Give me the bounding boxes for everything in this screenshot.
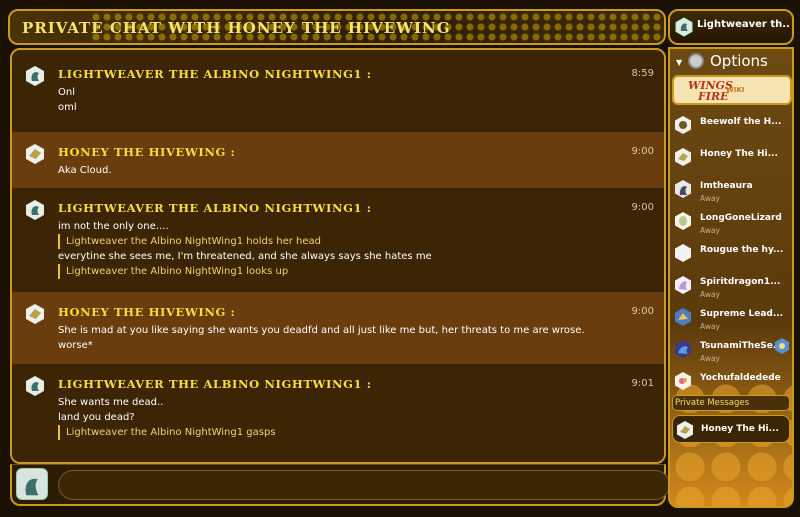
message-author: HONEY THE HIVEWING : xyxy=(58,145,236,159)
message-text: She wants me dead.. xyxy=(58,397,164,408)
yochu-avatar-icon xyxy=(675,372,691,390)
message-author: LIGHTWEAVER THE ALBINO NIGHTWING1 : xyxy=(58,67,372,81)
message-text: im not the only one.... xyxy=(58,221,169,232)
user-list-item[interactable]: Beewolf the H... xyxy=(670,109,792,141)
wiki-logo-badge: WIKI xyxy=(726,86,745,94)
lizard-avatar-icon xyxy=(675,212,691,230)
lightweaver-avatar xyxy=(26,376,44,396)
user-status: Away xyxy=(700,226,720,235)
imtheaura-avatar-icon xyxy=(675,180,691,198)
user-list-item[interactable]: Imtheaura Away xyxy=(670,173,792,205)
rougue-avatar-icon xyxy=(675,244,691,262)
message-input[interactable] xyxy=(58,470,670,500)
self-avatar-icon xyxy=(16,468,48,500)
private-message-item[interactable]: Honey The Hi... xyxy=(672,415,790,443)
user-name: Spiritdragon1... xyxy=(700,277,781,287)
user-avatar-icon xyxy=(675,17,693,37)
user-name: LongGoneLizard xyxy=(700,213,782,223)
user-list-item[interactable]: Rougue the hy... xyxy=(670,237,792,269)
supreme-avatar-icon xyxy=(675,308,691,326)
message-time: 9:00 xyxy=(631,146,654,157)
user-status: Away xyxy=(700,322,720,331)
bee-avatar-icon xyxy=(675,116,691,134)
honey-avatar xyxy=(26,304,44,324)
lightweaver-avatar xyxy=(26,200,44,220)
user-name: Honey The Hi... xyxy=(700,149,778,159)
message: LIGHTWEAVER THE ALBINO NIGHTWING1 : 9:01… xyxy=(12,364,664,462)
caret-down-icon: ▼ xyxy=(676,58,683,67)
current-user-box[interactable]: Lightweaver th... xyxy=(668,9,794,45)
user-name: Yochufaldedede xyxy=(700,373,781,383)
user-status: Away xyxy=(700,194,720,203)
message-time: 9:00 xyxy=(631,202,654,213)
message-text: everytine she sees me, I'm threatened, a… xyxy=(58,251,432,262)
options-label: Options xyxy=(710,52,768,70)
message-author: LIGHTWEAVER THE ALBINO NIGHTWING1 : xyxy=(58,201,372,215)
user-status: Away xyxy=(700,354,720,363)
chat-header: PRIVATE CHAT WITH HONEY THE HIVEWING xyxy=(8,9,666,45)
wiki-logo[interactable]: WINGS FIRE WIKI xyxy=(672,75,792,105)
message-time: 9:00 xyxy=(631,306,654,317)
message-text: Aka Cloud. xyxy=(58,165,112,176)
message: HONEY THE HIVEWING : 9:00 She is mad at … xyxy=(12,292,664,364)
private-message-user: Honey The Hi... xyxy=(701,424,779,434)
user-list: Beewolf the H... Honey The Hi... Imtheau… xyxy=(670,109,792,397)
message-author: LIGHTWEAVER THE ALBINO NIGHTWING1 : xyxy=(58,377,372,391)
user-name: Imtheaura xyxy=(700,181,753,191)
honey-avatar-icon xyxy=(677,421,693,439)
message-text: worse* xyxy=(58,340,93,351)
user-name: Supreme Lead... xyxy=(700,309,784,319)
user-list-item[interactable]: Spiritdragon1... Away xyxy=(670,269,792,301)
user-list-item[interactable]: LongGoneLizard Away xyxy=(670,205,792,237)
user-badge-icon xyxy=(775,338,789,354)
message-text: land you dead? xyxy=(58,412,135,423)
message-time: 9:01 xyxy=(631,378,654,389)
gear-icon xyxy=(688,53,704,69)
user-name: Rougue the hy... xyxy=(700,245,784,255)
message-text: Onl xyxy=(58,87,75,98)
user-name: TsunamiTheSe... xyxy=(700,341,784,351)
user-status: Away xyxy=(700,290,720,299)
message-composer xyxy=(10,464,670,506)
message: LIGHTWEAVER THE ALBINO NIGHTWING1 : 8:59… xyxy=(12,54,664,132)
message: HONEY THE HIVEWING : 9:00 Aka Cloud. xyxy=(12,132,664,188)
user-list-item[interactable]: Honey The Hi... xyxy=(670,141,792,173)
message-text: She is mad at you like saying she wants … xyxy=(58,325,585,336)
lightweaver-avatar xyxy=(26,66,44,86)
message-text: oml xyxy=(58,102,77,113)
page-title: PRIVATE CHAT WITH HONEY THE HIVEWING xyxy=(22,19,451,37)
action-text: Lightweaver the Albino NightWing1 looks … xyxy=(58,264,650,279)
action-text: Lightweaver the Albino NightWing1 gasps xyxy=(58,425,650,440)
wiki-logo-text: FIRE xyxy=(698,90,729,103)
options-button[interactable]: ▼ Options xyxy=(674,51,792,73)
spiritdragon-avatar-icon xyxy=(675,276,691,294)
honey-avatar xyxy=(26,144,44,164)
message-time: 8:59 xyxy=(631,68,654,79)
user-name: Beewolf the H... xyxy=(700,117,782,127)
message: LIGHTWEAVER THE ALBINO NIGHTWING1 : 9:00… xyxy=(12,188,664,292)
user-list-item[interactable]: Yochufaldedede xyxy=(670,365,792,397)
private-messages-header: Private Messages xyxy=(672,395,790,411)
message-author: HONEY THE HIVEWING : xyxy=(58,305,236,319)
user-list-item[interactable]: Supreme Lead... Away xyxy=(670,301,792,333)
message-list[interactable]: LIGHTWEAVER THE ALBINO NIGHTWING1 : 8:59… xyxy=(10,48,666,464)
current-user-name: Lightweaver th... xyxy=(697,19,789,30)
user-list-item[interactable]: TsunamiTheSe... Away xyxy=(670,333,792,365)
honey-avatar-icon xyxy=(675,148,691,166)
user-sidebar: ▼ Options WINGS FIRE WIKI Beewolf the H.… xyxy=(668,47,794,508)
action-text: Lightweaver the Albino NightWing1 holds … xyxy=(58,234,650,249)
tsunami-avatar-icon xyxy=(675,340,691,358)
